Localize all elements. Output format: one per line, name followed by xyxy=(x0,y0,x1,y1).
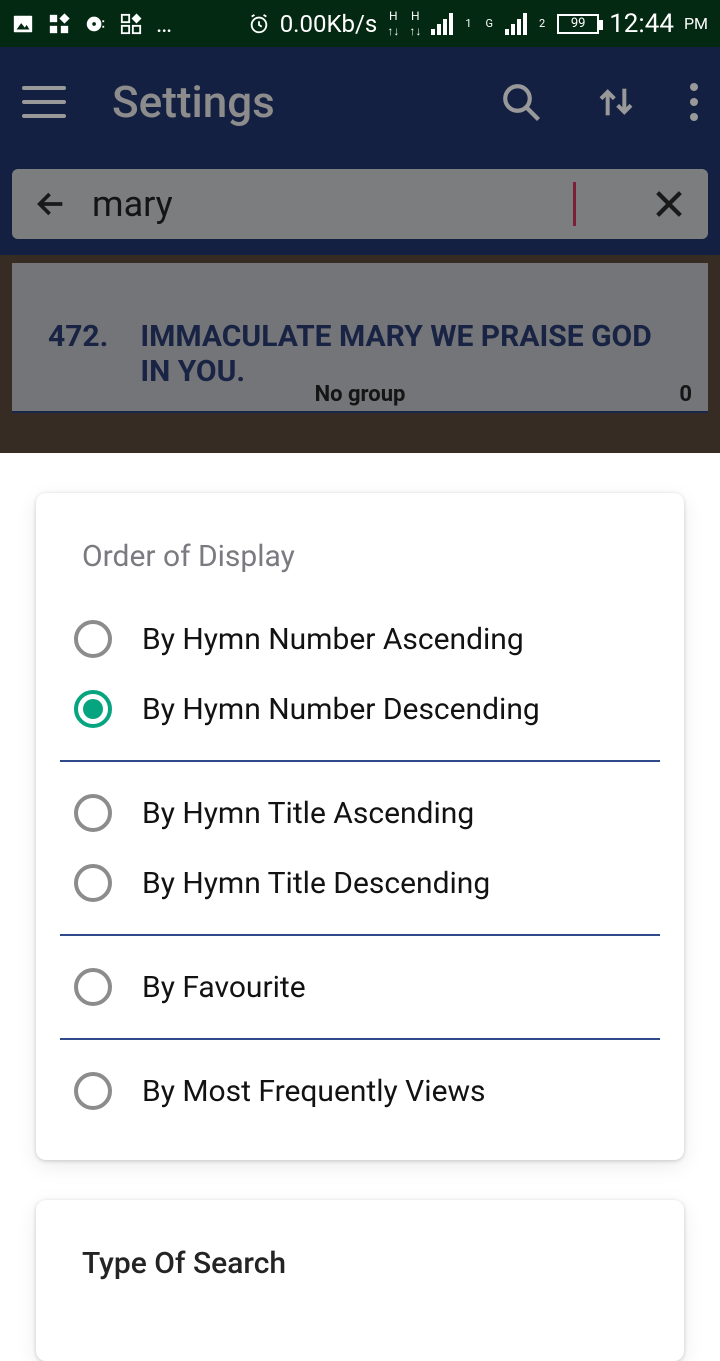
opt-label: By Hymn Number Ascending xyxy=(142,622,524,657)
menu-icon[interactable] xyxy=(22,86,66,118)
battery-level: 99 xyxy=(571,16,586,31)
search-bar xyxy=(12,169,708,239)
search-wrap xyxy=(0,157,720,255)
battery-icon: 99 xyxy=(557,14,599,34)
opt-title-desc[interactable]: By Hymn Title Descending xyxy=(60,848,660,918)
settings-sheet: Order of Display By Hymn Number Ascendin… xyxy=(0,453,720,1280)
divider xyxy=(60,760,660,762)
opt-label: By Most Frequently Views xyxy=(142,1074,486,1109)
back-arrow-icon[interactable] xyxy=(34,187,68,221)
opt-most-views[interactable]: By Most Frequently Views xyxy=(60,1056,660,1126)
net-h1-label: H xyxy=(389,9,398,23)
overflow-icon[interactable] xyxy=(690,83,698,121)
net-speed: 0.00Kb/s xyxy=(280,10,378,38)
opt-number-desc[interactable]: By Hymn Number Descending xyxy=(60,674,660,744)
result-number: 472. xyxy=(48,319,108,389)
radio-icon xyxy=(74,620,112,658)
status-bar: … 0.00Kb/s H ↑↓ H ↑↓ 1 G 2 99 12:44 PM xyxy=(0,0,720,47)
radio-selected-icon xyxy=(74,690,112,728)
picture-icon xyxy=(12,13,34,35)
status-left: … xyxy=(12,10,174,38)
opt-label: By Hymn Title Ascending xyxy=(142,796,474,831)
status-time: 12:44 xyxy=(609,9,674,39)
sort-icon[interactable] xyxy=(596,82,636,122)
disc-icon xyxy=(84,13,106,35)
divider xyxy=(60,1038,660,1040)
text-caret xyxy=(573,182,576,226)
radio-icon xyxy=(74,968,112,1006)
result-card[interactable]: 472. IMMACULATE MARY WE PRAISE GOD IN YO… xyxy=(12,263,708,413)
signal-1-sub: 1 xyxy=(465,17,471,30)
opt-title-asc[interactable]: By Hymn Title Ascending xyxy=(60,778,660,848)
opt-number-asc[interactable]: By Hymn Number Ascending xyxy=(60,604,660,674)
page-title: Settings xyxy=(112,76,275,128)
search-type-title: Type Of Search xyxy=(82,1246,638,1281)
results-area: 472. IMMACULATE MARY WE PRAISE GOD IN YO… xyxy=(0,255,720,453)
app-bar: Settings xyxy=(0,47,720,157)
order-card: Order of Display By Hymn Number Ascendin… xyxy=(36,493,684,1160)
opt-label: By Hymn Title Descending xyxy=(142,866,490,901)
signal-2-top: G xyxy=(486,17,494,30)
signal-1-icon xyxy=(431,13,453,35)
alarm-icon xyxy=(248,13,270,35)
result-title: IMMACULATE MARY WE PRAISE GOD IN YOU. xyxy=(140,319,672,389)
result-count: 0 xyxy=(679,382,692,407)
status-right: 0.00Kb/s H ↑↓ H ↑↓ 1 G 2 99 12:44 PM xyxy=(248,9,708,39)
search-input[interactable] xyxy=(92,183,551,225)
signal-2-icon xyxy=(505,13,527,35)
order-title: Order of Display xyxy=(60,539,660,604)
result-group: No group xyxy=(12,382,708,407)
radio-icon xyxy=(74,864,112,902)
appbar-actions xyxy=(500,81,698,123)
opt-label: By Hymn Number Descending xyxy=(142,692,540,727)
net-h2: H ↑↓ xyxy=(409,9,421,38)
signal-2-sub: 2 xyxy=(539,17,545,30)
net-h2-label: H xyxy=(411,9,420,23)
search-icon[interactable] xyxy=(500,81,542,123)
divider xyxy=(60,934,660,936)
status-ampm: PM xyxy=(684,14,708,33)
more-dots-icon: … xyxy=(156,10,174,38)
search-type-card: Type Of Search xyxy=(36,1200,684,1361)
clear-icon[interactable] xyxy=(652,187,686,221)
net-h1: H ↑↓ xyxy=(387,9,399,38)
radio-icon xyxy=(74,1072,112,1110)
radio-icon xyxy=(74,794,112,832)
apps-icon xyxy=(48,13,70,35)
apps2-icon xyxy=(120,13,142,35)
opt-favourite[interactable]: By Favourite xyxy=(60,952,660,1022)
result-line: 472. IMMACULATE MARY WE PRAISE GOD IN YO… xyxy=(12,263,708,389)
opt-label: By Favourite xyxy=(142,970,306,1005)
